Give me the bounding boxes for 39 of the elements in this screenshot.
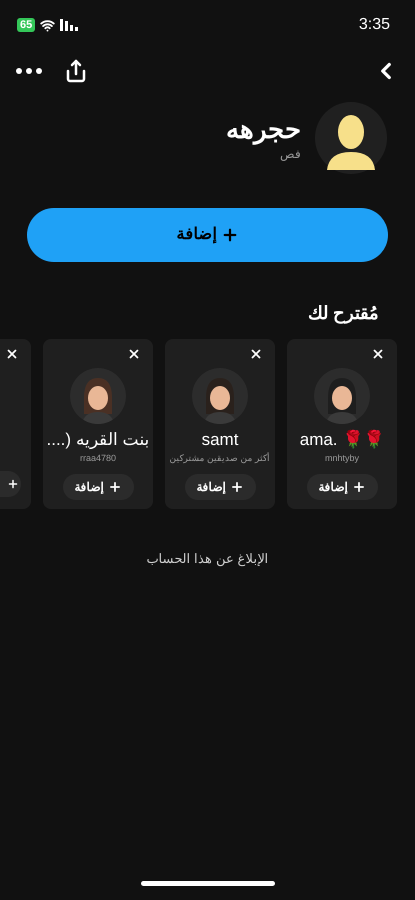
suggestion-name: بنت القريه (....: [46, 430, 150, 450]
section-title: مُقترح لك: [306, 302, 380, 326]
battery-level: 65: [17, 18, 36, 32]
plus-icon: [230, 480, 244, 494]
close-button[interactable]: [5, 347, 19, 361]
avatar-icon: [314, 368, 370, 424]
close-icon: [249, 347, 263, 361]
avatar-icon: [70, 368, 126, 424]
plus-icon: [7, 478, 19, 490]
add-friend-button[interactable]: إضافة: [306, 474, 378, 500]
profile-name: حجرهه: [226, 113, 301, 145]
close-button[interactable]: [371, 347, 385, 361]
add-friend-button[interactable]: إضافة: [184, 474, 256, 500]
profile-username: فص: [279, 146, 301, 163]
add-button[interactable]: إضافة: [27, 208, 388, 262]
add-friend-button[interactable]: إضافة: [62, 474, 134, 500]
suggestion-subtitle: mnhtyby: [324, 452, 359, 465]
more-button[interactable]: [16, 68, 42, 74]
suggestion-subtitle: rraa4780: [80, 452, 116, 465]
close-button[interactable]: [249, 347, 263, 361]
wifi-icon: [40, 18, 56, 32]
plus-icon: [220, 226, 238, 244]
suggestion-name: samt: [202, 430, 238, 450]
close-icon: [5, 347, 19, 361]
close-icon: [371, 347, 385, 361]
report-link[interactable]: الإبلاغ عن هذا الحساب: [146, 549, 268, 568]
close-button[interactable]: [127, 347, 141, 361]
signal-icon: [60, 19, 78, 31]
plus-icon: [108, 480, 122, 494]
status-time: 3:35: [358, 15, 390, 35]
avatar-icon: [315, 102, 387, 174]
share-button[interactable]: [64, 59, 88, 83]
close-icon: [127, 347, 141, 361]
suggestion-subtitle: أكثر من صديقين مشتركين: [170, 451, 270, 466]
avatar-icon: [192, 368, 248, 424]
plus-icon: [352, 480, 366, 494]
more-icon: [16, 68, 42, 74]
share-icon: [64, 59, 88, 83]
suggestion-name: ama. 🌹🌹: [300, 430, 384, 450]
